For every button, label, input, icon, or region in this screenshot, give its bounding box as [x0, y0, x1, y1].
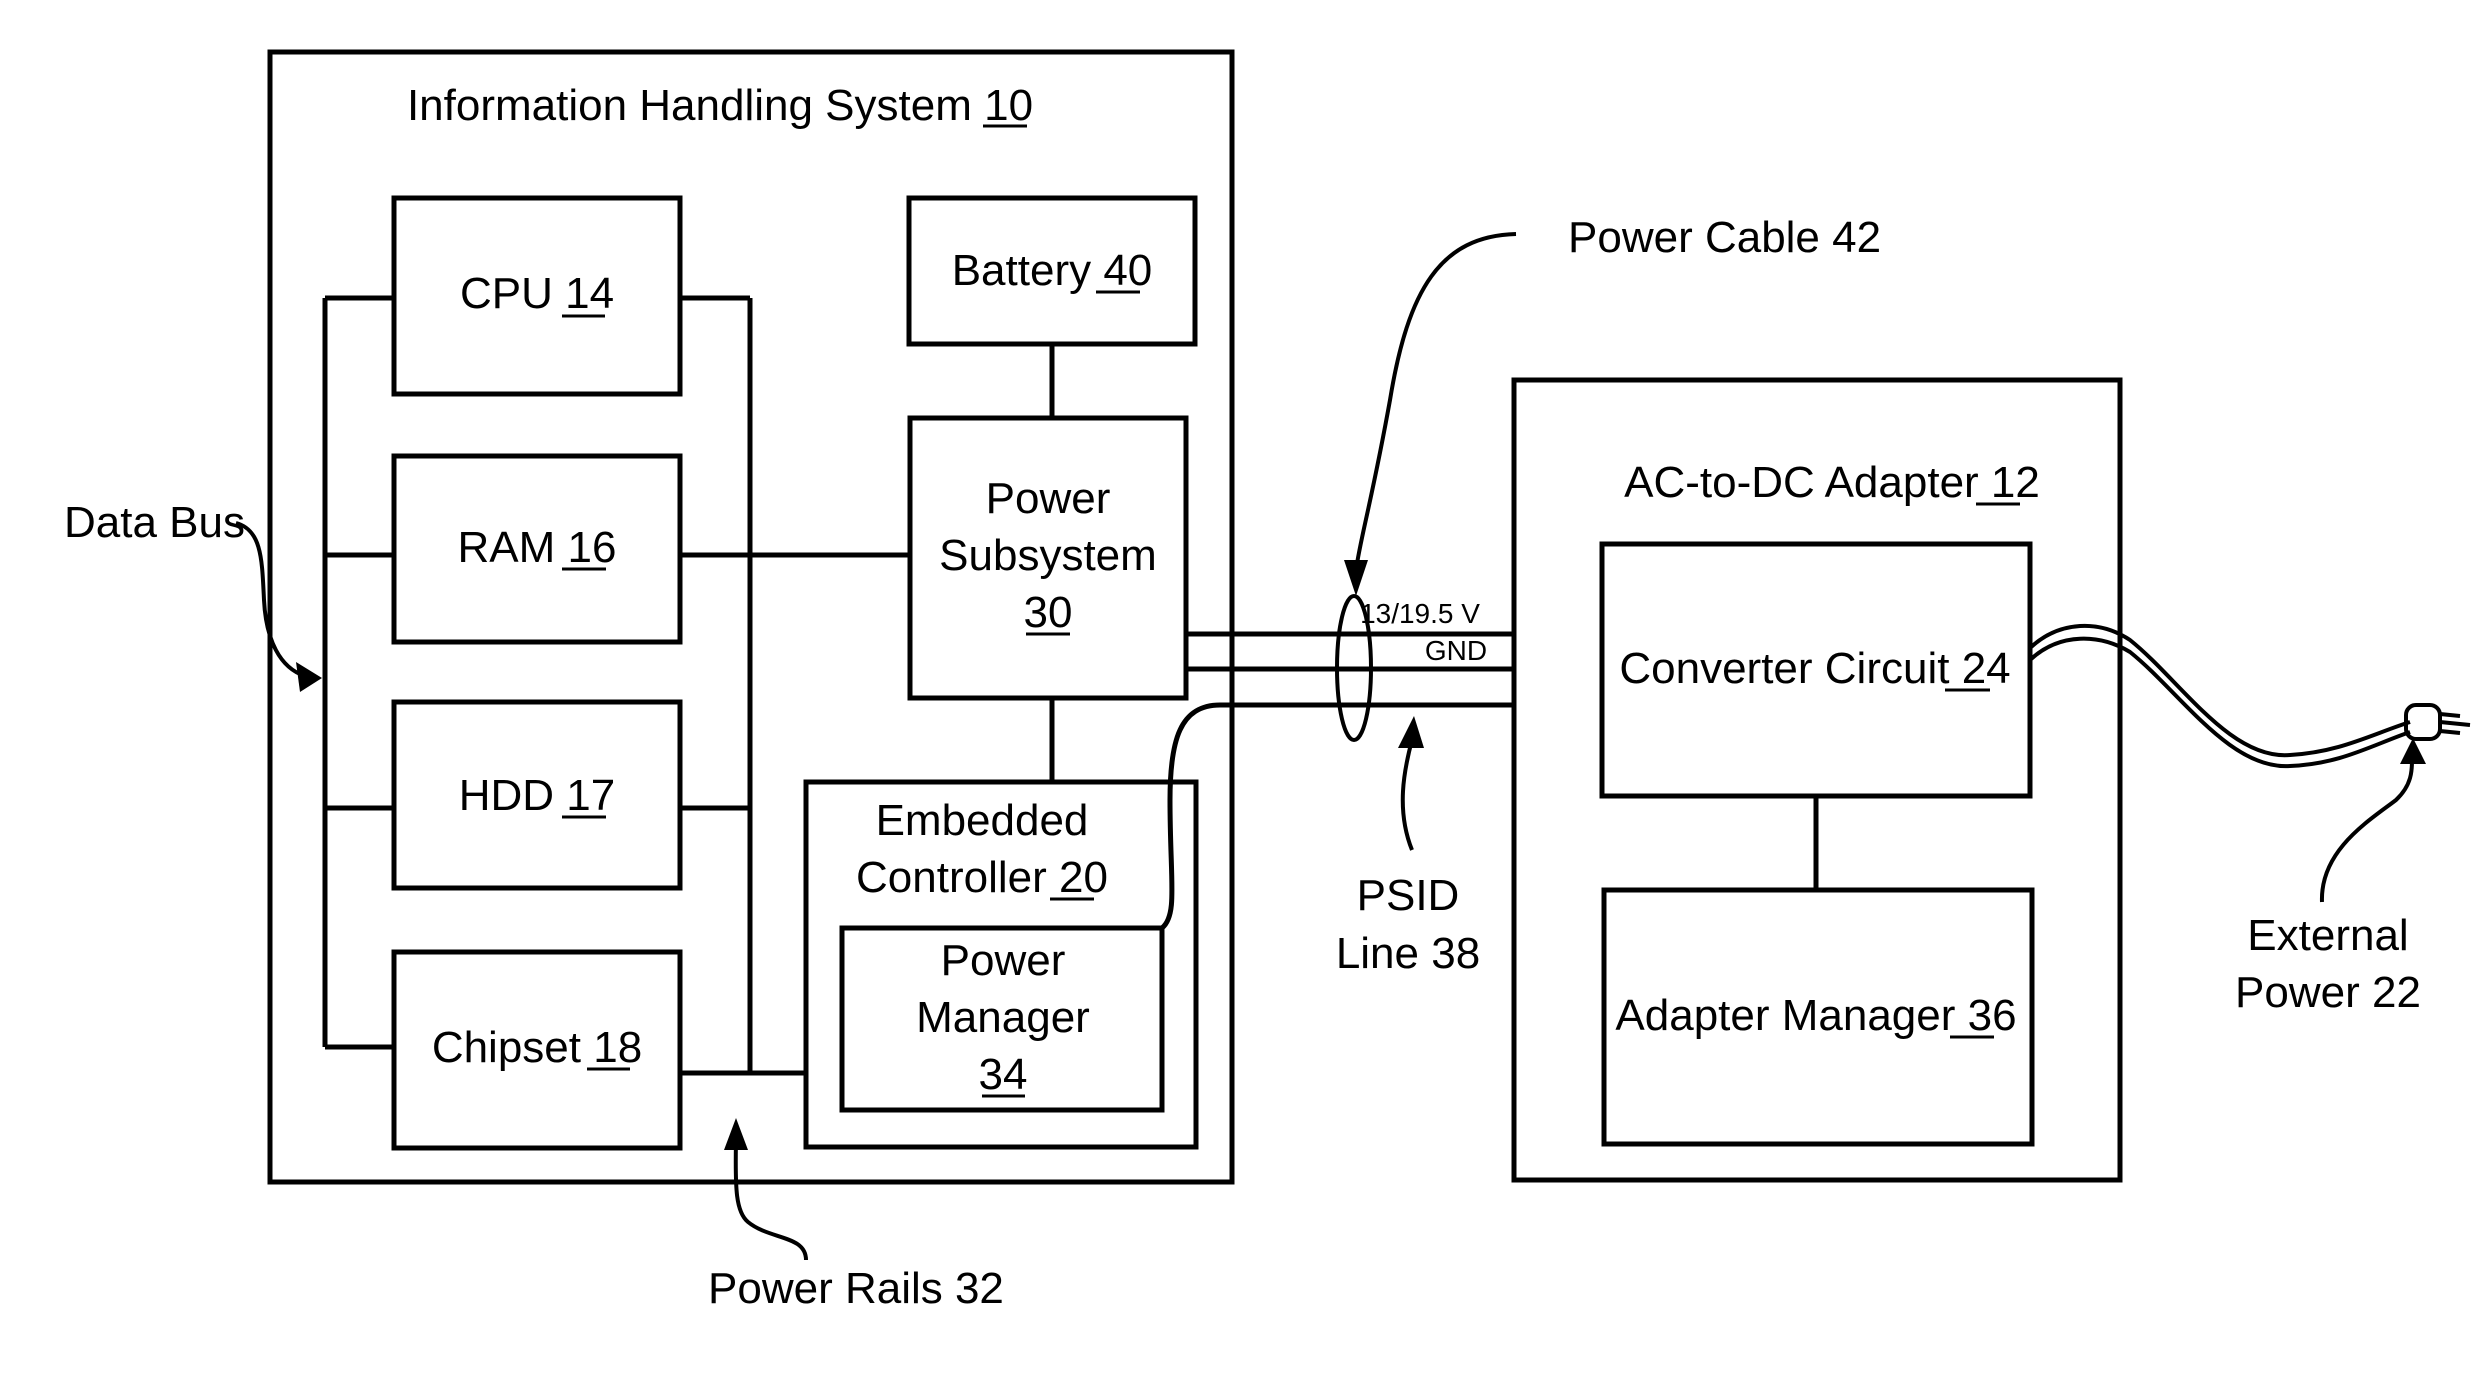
adapter-manager-label: Adapter Manager 36	[1615, 991, 2016, 1040]
power-manager-ref: 34	[979, 1050, 1028, 1099]
plug-icon	[2404, 703, 2471, 741]
embedded-controller-line2: Controller 20	[856, 853, 1108, 902]
power-cable-callout: Power Cable 42	[1568, 213, 1881, 262]
power-subsystem-line2: Subsystem	[939, 531, 1157, 580]
psid-callout-line1: PSID	[1357, 871, 1460, 920]
battery-label: Battery 40	[952, 246, 1153, 295]
embedded-controller-line1: Embedded	[876, 796, 1089, 845]
psid-leader	[1400, 739, 1414, 851]
converter-circuit-label: Converter Circuit 24	[1619, 644, 2010, 693]
psid-callout-line2: Line 38	[1336, 929, 1480, 978]
chipset-label: Chipset 18	[432, 1023, 642, 1072]
external-power-leader	[2319, 759, 2414, 903]
data-bus-callout: Data Bus	[64, 498, 245, 547]
power-manager-line1: Power	[941, 936, 1066, 985]
system-ref: 10	[984, 81, 1033, 130]
external-power-callout-line1: External	[2247, 911, 2408, 960]
power-subsystem-line1: Power	[986, 474, 1111, 523]
power-manager-line2: Manager	[916, 993, 1090, 1042]
ram-label: RAM 16	[458, 523, 617, 572]
power-cable-leader	[1354, 232, 1517, 571]
power-cable-arrowhead	[1344, 560, 1368, 596]
external-power-callout-line2: Power 22	[2235, 968, 2421, 1017]
block-diagram: Information Handling System 10 CPU 14 RA…	[64, 49, 2471, 1313]
external-power-arrowhead	[2400, 738, 2426, 764]
ground-label: GND	[1425, 635, 1487, 666]
voltage-label: 13/19.5 V	[1360, 598, 1480, 629]
psid-arrowhead	[1398, 716, 1424, 748]
hdd-label: HDD 17	[459, 771, 616, 820]
cpu-label: CPU 14	[460, 269, 614, 318]
adapter-title: AC-to-DC Adapter 12	[1624, 458, 2040, 507]
system-title: Information Handling System 10	[407, 81, 1033, 130]
power-subsystem-ref: 30	[1024, 588, 1073, 637]
power-rails-callout: Power Rails 32	[708, 1264, 1004, 1313]
